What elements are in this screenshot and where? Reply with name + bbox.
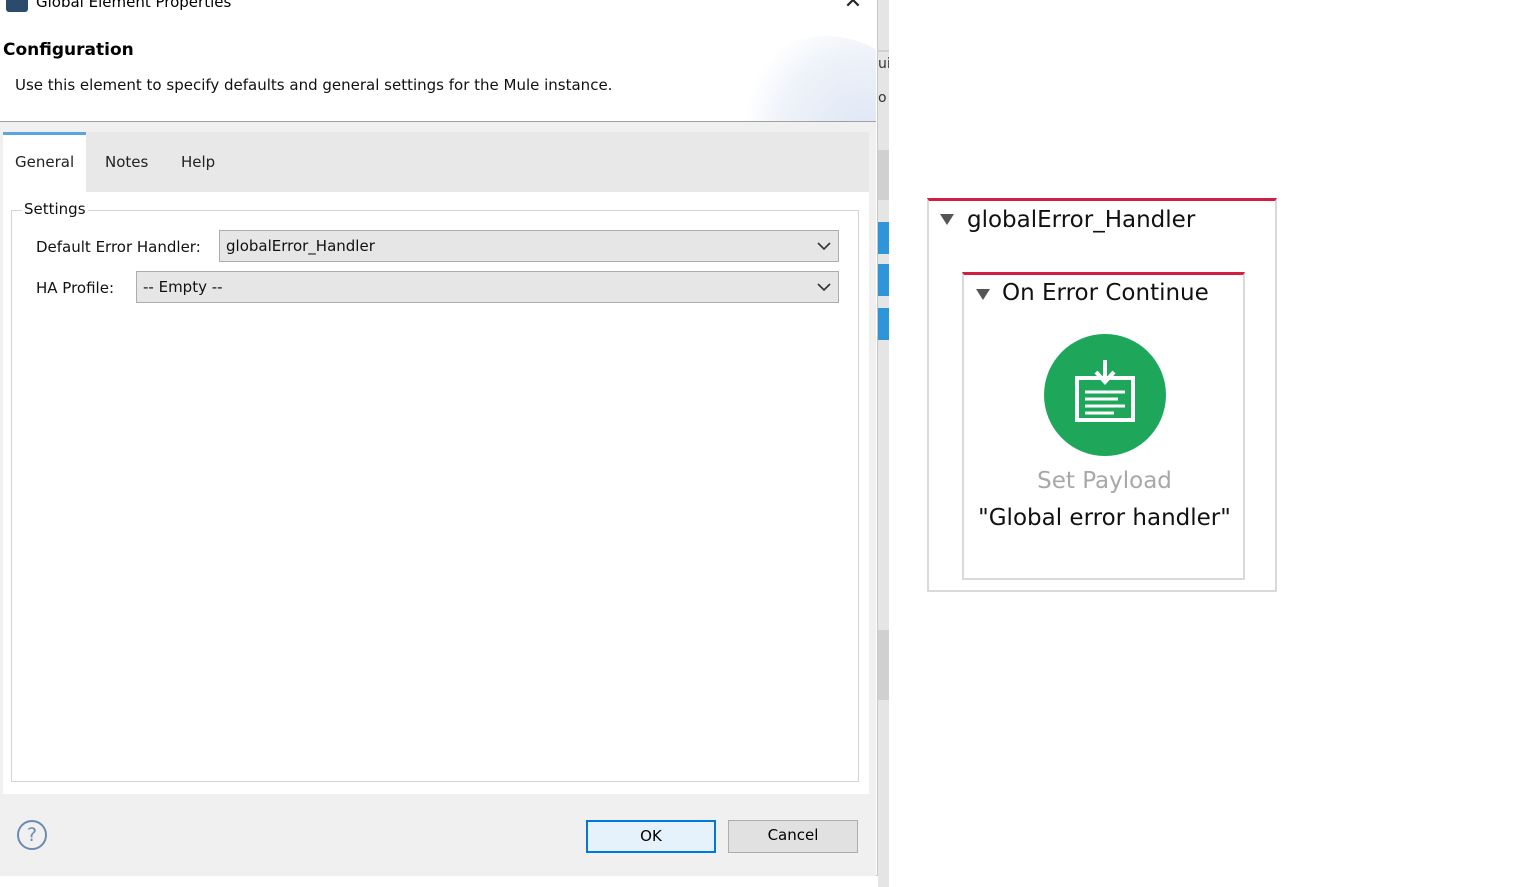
chevron-down-icon	[817, 242, 831, 251]
settings-group: Settings Default Error Handler: globalEr…	[11, 200, 859, 782]
ok-button[interactable]: OK	[586, 820, 716, 853]
scope-name: On Error Continue	[1002, 280, 1209, 306]
banner-title: Configuration	[3, 40, 134, 60]
app-icon	[6, 0, 28, 12]
tab-bar: General Notes Help	[3, 132, 869, 192]
default-error-handler-value: globalError_Handler	[226, 237, 375, 255]
background-tag	[878, 222, 889, 254]
chevron-down-icon	[817, 283, 831, 292]
global-element-properties-dialog: Global Element Properties ✕ Configuratio…	[0, 0, 878, 876]
error-handler-name: globalError_Handler	[967, 207, 1196, 233]
ha-profile-label: HA Profile:	[36, 279, 115, 297]
component-type: Set Payload	[1037, 468, 1172, 494]
collapse-caret-icon[interactable]	[976, 289, 990, 300]
set-payload-icon	[1075, 360, 1135, 422]
component-name: "Global error handler"	[978, 505, 1231, 531]
background-text-fragment: ui	[878, 56, 889, 72]
default-error-handler-select[interactable]: globalError_Handler	[219, 230, 839, 262]
ha-profile-select[interactable]: -- Empty --	[136, 271, 839, 303]
background-panel	[878, 150, 889, 200]
banner-decoration	[736, 36, 876, 122]
cancel-button[interactable]: Cancel	[728, 820, 858, 853]
dialog-body: General Notes Help Settings Default Erro…	[0, 122, 876, 876]
collapse-caret-icon[interactable]	[940, 214, 954, 225]
window-title: Global Element Properties	[36, 0, 232, 11]
tab-help[interactable]: Help	[169, 132, 227, 192]
tab-general[interactable]: General	[3, 132, 87, 192]
error-handler-container[interactable]: globalError_Handler On Error Continue Se…	[927, 198, 1277, 592]
close-button[interactable]: ✕	[838, 0, 868, 16]
tab-content-general: Settings Default Error Handler: globalEr…	[3, 192, 869, 794]
background-panel	[878, 630, 889, 700]
banner-description: Use this element to specify defaults and…	[15, 76, 613, 94]
title-bar: Global Element Properties ✕	[0, 0, 878, 16]
background-editor-strip: ui o	[878, 0, 889, 887]
tab-notes[interactable]: Notes	[93, 132, 160, 192]
header-banner: Configuration Use this element to specif…	[0, 16, 876, 122]
background-tag	[878, 264, 889, 296]
background-text-fragment: o	[878, 90, 887, 106]
set-payload-component[interactable]	[1044, 334, 1166, 456]
background-divider	[878, 50, 889, 52]
default-error-handler-label: Default Error Handler:	[36, 238, 201, 256]
background-tag	[878, 308, 889, 340]
on-error-continue-scope[interactable]: On Error Continue Set Payload "Global er…	[962, 272, 1245, 580]
help-icon[interactable]: ?	[17, 820, 47, 850]
settings-legend: Settings	[22, 200, 88, 218]
ha-profile-value: -- Empty --	[143, 278, 223, 296]
